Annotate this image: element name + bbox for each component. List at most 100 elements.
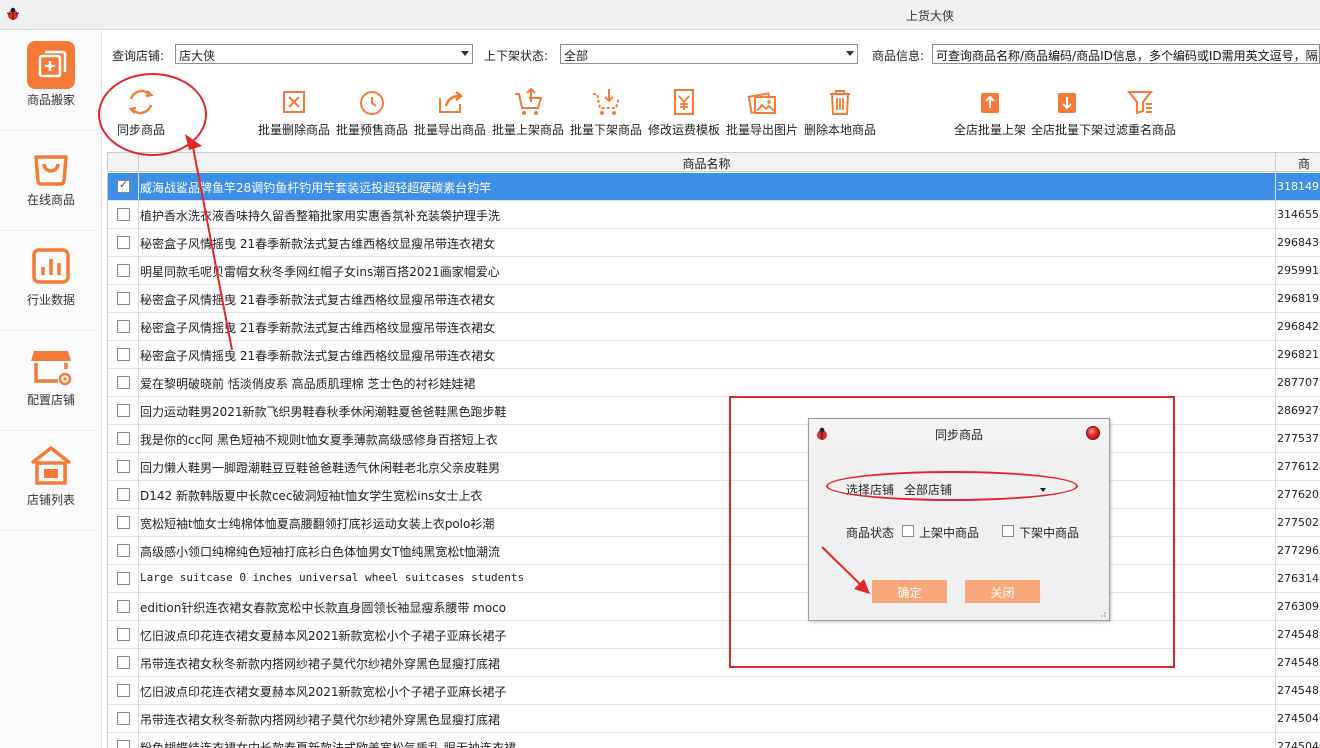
cell-divider: [138, 229, 139, 257]
table-row[interactable]: 忆旧波点印花连衣裙女夏赫本风2021新款宽松小个子裙子亚麻长裙子 2745481: [108, 677, 1320, 705]
cell-divider: [138, 369, 139, 397]
table-row[interactable]: 植护香水洗衣液香味持久留香整箱批家用实惠香氛补充装袋护理手洗 3146558: [108, 201, 1320, 229]
close-icon[interactable]: [1086, 426, 1100, 440]
batch-delist-button[interactable]: 批量下架商品: [569, 86, 643, 138]
move-goods-icon: [38, 50, 67, 78]
cell-divider: [138, 733, 139, 748]
row-checkbox[interactable]: [117, 488, 130, 501]
goods-code-cell: 2968213: [1277, 348, 1320, 361]
goods-name-cell: 秘密盒子风情摇曳 21春季新款法式复古维西格纹显瘦吊带连衣裙女: [140, 321, 496, 335]
edit-shipping-template-button[interactable]: 修改运费模板: [647, 86, 721, 138]
goods-code-cell: 2776207: [1277, 488, 1320, 501]
goods-code-cell: 3146558: [1277, 208, 1320, 221]
row-checkbox[interactable]: [117, 292, 130, 305]
close-button[interactable]: 关闭: [965, 580, 1040, 603]
cell-divider: [138, 705, 139, 733]
batch-export-images-button[interactable]: 批量导出图片: [725, 86, 799, 138]
sidebar-item-move-goods[interactable]: 商品搬家: [0, 31, 102, 131]
table-row[interactable]: 秘密盒子风情摇曳 21春季新款法式复古维西格纹显瘦吊带连衣裙女 2968198: [108, 285, 1320, 313]
goods-name-cell: 秘密盒子风情摇曳 21春季新款法式复古维西格纹显瘦吊带连衣裙女: [140, 293, 496, 307]
filter-funnel-icon: [1126, 91, 1154, 115]
chevron-down-icon: [461, 51, 469, 56]
trash-icon: [830, 90, 850, 115]
annotation-arrow-icon: [821, 546, 870, 594]
column-header-name[interactable]: 商品名称: [138, 155, 1275, 172]
goods-code-cell: 2775372: [1277, 432, 1320, 445]
filter-duplicate-names-button[interactable]: 过滤重名商品: [1103, 86, 1177, 138]
sidebar-item-online-goods[interactable]: 在线商品: [0, 131, 102, 231]
goods-code-cell: 2745040: [1277, 712, 1320, 725]
row-checkbox[interactable]: [117, 684, 130, 697]
cell-divider: [138, 649, 139, 677]
cell-divider: [138, 201, 139, 229]
row-checkbox[interactable]: [117, 376, 130, 389]
resize-grip-icon[interactable]: [1099, 610, 1107, 618]
info-filter-label: 商品信息:: [872, 49, 925, 63]
info-search-input[interactable]: 可查询商品名称/商品编码/商品ID信息，多个编码或ID需用英文逗号，隔: [932, 44, 1320, 64]
store-batch-list-label: 全店批量上架: [953, 123, 1026, 137]
row-checkbox[interactable]: [117, 628, 130, 641]
header-divider: [1275, 153, 1276, 172]
export-icon: [439, 91, 464, 113]
cell-divider: [138, 621, 139, 649]
goods-name-cell: 明星同款毛呢贝雷帽女秋冬季网红帽子女ins潮百搭2021画家帽爱心: [140, 265, 500, 279]
table-row[interactable]: 秘密盒子风情摇曳 21春季新款法式复古维西格纹显瘦吊带连衣裙女 2968213: [108, 341, 1320, 369]
dialog-title-bar: 同步商品: [809, 419, 1109, 447]
yen-document-icon: [674, 89, 694, 115]
goods-code-cell: 2745485: [1277, 656, 1320, 669]
row-checkbox[interactable]: [117, 740, 130, 748]
sidebar-item-configure-store[interactable]: 配置店铺: [0, 331, 102, 431]
sidebar-item-label: 店铺列表: [26, 493, 75, 507]
cell-divider: [138, 593, 139, 621]
clock-icon: [360, 91, 384, 115]
table-row[interactable]: 威海战鲨品牌鱼竿28调钓鱼杆钓用竿套装远投超轻超硬碳素台钓竿 3181493: [108, 173, 1320, 201]
goods-name-cell: 忆旧波点印花连衣裙女夏赫本风2021新款宽松小个子裙子亚麻长裙子: [140, 685, 507, 699]
goods-code-cell: 2968436: [1277, 236, 1320, 249]
confirm-button[interactable]: 确定: [872, 580, 947, 603]
row-checkbox[interactable]: [117, 178, 130, 193]
cell-divider: [138, 565, 139, 593]
table-row[interactable]: 爱在黎明破晓前 恬淡俏皮系 高品质肌理棉 芝士色的衬衫娃娃裙 2877079: [108, 369, 1320, 397]
store-batch-delist-label: 全店批量下架: [1030, 123, 1103, 137]
row-checkbox[interactable]: [117, 432, 130, 445]
row-checkbox[interactable]: [117, 516, 130, 529]
batch-list-button[interactable]: 批量上架商品: [491, 86, 565, 138]
store-batch-delist-button[interactable]: 全店批量下架: [1030, 86, 1104, 138]
table-row[interactable]: 秘密盒子风情摇曳 21春季新款法式复古维西格纹显瘦吊带连衣裙女 2968426: [108, 313, 1320, 341]
row-checkbox[interactable]: [117, 348, 130, 361]
cell-divider: [138, 677, 139, 705]
row-checkbox[interactable]: [117, 600, 130, 613]
table-row[interactable]: 秘密盒子风情摇曳 21春季新款法式复古维西格纹显瘦吊带连衣裙女 2968436: [108, 229, 1320, 257]
row-checkbox[interactable]: [117, 656, 130, 669]
goods-name-cell: 威海战鲨品牌鱼竿28调钓鱼杆钓用竿套装远投超轻超硬碳素台钓竿: [140, 181, 492, 195]
row-checkbox[interactable]: [117, 208, 130, 221]
batch-delete-button[interactable]: 批量删除商品: [257, 86, 331, 138]
table-row[interactable]: 明星同款毛呢贝雷帽女秋冬季网红帽子女ins潮百搭2021画家帽爱心 2959911: [108, 257, 1320, 285]
row-checkbox[interactable]: [117, 712, 130, 725]
store-batch-list-button[interactable]: 全店批量上架: [953, 86, 1027, 138]
sidebar-item-store-list[interactable]: 店铺列表: [0, 431, 102, 531]
row-checkbox[interactable]: [117, 404, 130, 417]
row-checkbox[interactable]: [117, 460, 130, 473]
batch-export-label: 批量导出商品: [413, 123, 486, 137]
batch-export-button[interactable]: 批量导出商品: [413, 86, 487, 138]
row-checkbox[interactable]: [117, 544, 130, 557]
delete-local-goods-button[interactable]: 删除本地商品: [803, 86, 877, 138]
listed-goods-label: 上架中商品: [919, 526, 980, 540]
info-search-value: 可查询商品名称/商品编码/商品ID信息，多个编码或ID需用英文逗号，隔: [936, 49, 1318, 63]
delisted-goods-checkbox[interactable]: [1002, 525, 1014, 537]
row-checkbox[interactable]: [117, 320, 130, 333]
row-checkbox[interactable]: [117, 572, 130, 585]
sidebar-item-industry-data[interactable]: 行业数据: [0, 231, 102, 331]
goods-name-cell: 秘密盒子风情摇曳 21春季新款法式复古维西格纹显瘦吊带连衣裙女: [140, 349, 496, 363]
dialog-status-label: 商品状态: [846, 526, 895, 540]
table-row[interactable]: 吊带连衣裙女秋冬新款内搭网纱裙子莫代尔纱裙外穿黑色显瘦打底裙 2745040: [108, 705, 1320, 733]
row-checkbox[interactable]: [117, 236, 130, 249]
shop-select[interactable]: 店大侠: [175, 44, 473, 64]
row-checkbox[interactable]: [117, 264, 130, 277]
listed-goods-checkbox[interactable]: [902, 525, 914, 537]
table-row[interactable]: 粉色蝴蝶结连衣裙女中长款春夏新款法式欧美宽松气质乱 眼无袖连衣裙 2745040: [108, 733, 1320, 748]
batch-presale-button[interactable]: 批量预售商品: [335, 86, 409, 138]
title-bar: 上货大侠: [0, 0, 1320, 30]
status-select[interactable]: 全部: [560, 44, 858, 64]
